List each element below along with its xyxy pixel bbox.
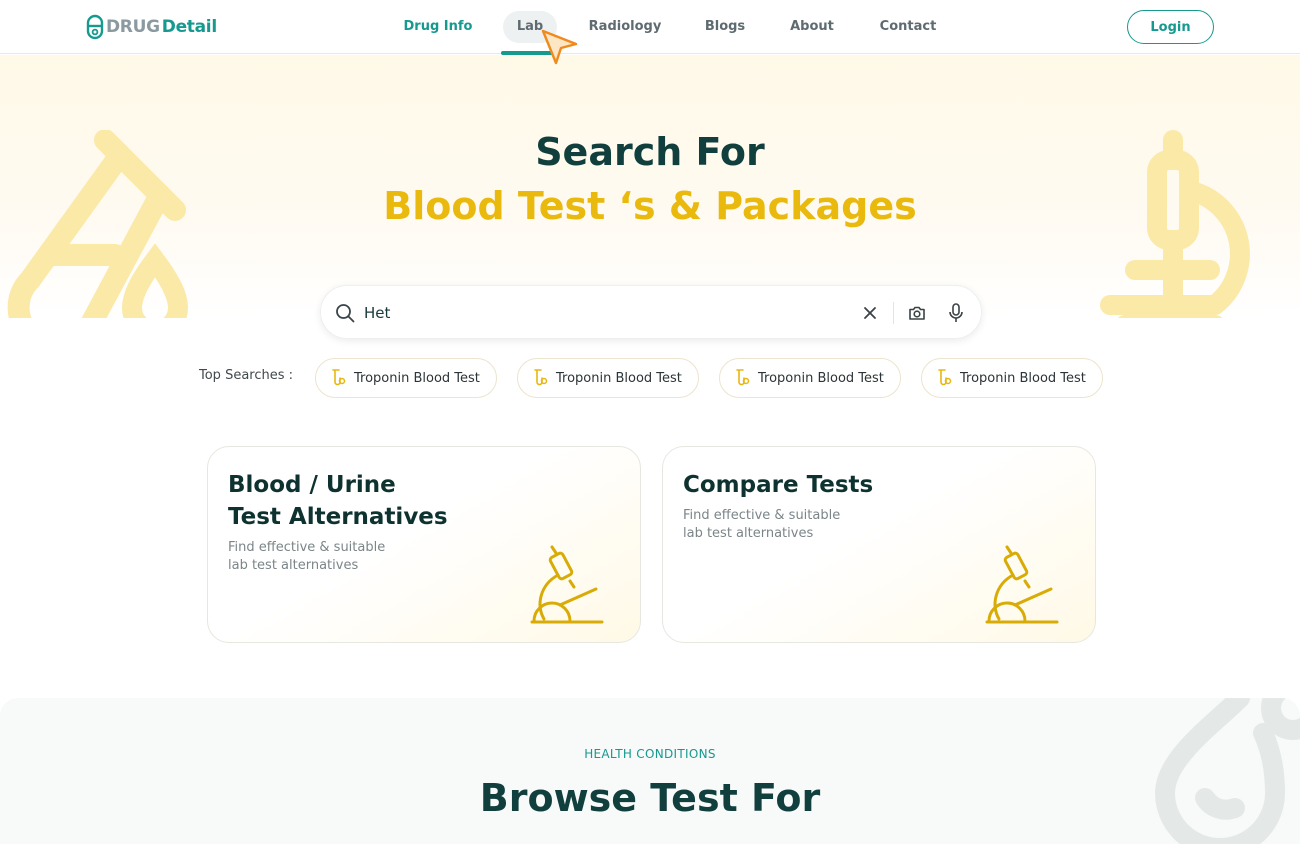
test-tube-icon: [534, 369, 548, 386]
card-title-line1: Blood / Urine: [228, 472, 396, 498]
search-icon[interactable]: [335, 303, 355, 323]
nav-item-contact[interactable]: Contact: [873, 11, 943, 43]
microphone-icon[interactable]: [946, 302, 966, 324]
search-input[interactable]: [364, 299, 834, 327]
test-tube-icon: [938, 369, 952, 386]
blood-drop-icon: [1154, 698, 1300, 844]
search-divider: [893, 302, 894, 324]
top-navbar: DRUG Detail Drug Info Lab Radiology Blogs…: [0, 0, 1300, 55]
test-tube-icon: [736, 369, 750, 386]
chip-label: Troponin Blood Test: [354, 370, 480, 386]
hero-title-line1: Search For: [535, 130, 765, 174]
card-subtitle: Find effective & suitable lab test alter…: [228, 539, 385, 575]
camera-icon[interactable]: [907, 303, 927, 323]
health-conditions-section: HEALTH CONDITIONS Browse Test For: [0, 698, 1300, 844]
top-search-chip[interactable]: Troponin Blood Test: [315, 358, 497, 398]
compare-tests-card[interactable]: Compare Tests Find effective & suitable …: [662, 446, 1096, 643]
card-subtitle-line1: Find effective & suitable: [683, 508, 841, 523]
top-searches-label: Top Searches :: [199, 368, 294, 383]
top-search-chip[interactable]: Troponin Blood Test: [719, 358, 901, 398]
microscope-icon: [530, 545, 604, 624]
microscope-icon: [985, 545, 1059, 624]
nav-item-drug-info[interactable]: Drug Info: [400, 11, 476, 43]
card-subtitle: Find effective & suitable lab test alter…: [683, 507, 840, 543]
mouse-cursor-icon: [541, 29, 578, 65]
card-title: Blood / Urine Test Alternatives: [228, 469, 448, 533]
login-button[interactable]: Login: [1127, 10, 1214, 44]
card-subtitle-line2: lab test alternatives: [683, 526, 814, 541]
section-eyebrow: HEALTH CONDITIONS: [584, 747, 716, 761]
chip-label: Troponin Blood Test: [556, 370, 682, 386]
hero-title-line2: Blood Test ‘s & Packages: [383, 184, 917, 228]
section-title: Browse Test For: [479, 776, 821, 820]
card-subtitle-line2: lab test alternatives: [228, 558, 359, 573]
hero-section: Search For Blood Test ‘s & Packages: [0, 55, 1300, 318]
test-alternatives-card[interactable]: Blood / Urine Test Alternatives Find eff…: [207, 446, 641, 643]
nav-item-blogs[interactable]: Blogs: [697, 11, 753, 43]
nav-item-about[interactable]: About: [782, 11, 842, 43]
card-subtitle-line1: Find effective & suitable: [228, 540, 386, 555]
top-search-chip[interactable]: Troponin Blood Test: [517, 358, 699, 398]
nav-item-radiology[interactable]: Radiology: [585, 11, 665, 43]
top-search-chip[interactable]: Troponin Blood Test: [921, 358, 1103, 398]
test-tube-icon: [332, 369, 346, 386]
card-title-line2: Test Alternatives: [228, 504, 448, 530]
close-icon[interactable]: [861, 304, 879, 322]
chip-label: Troponin Blood Test: [960, 370, 1086, 386]
card-title: Compare Tests: [683, 472, 874, 498]
chip-label: Troponin Blood Test: [758, 370, 884, 386]
search-bar: [320, 285, 982, 339]
main-nav: Drug Info Lab Radiology Blogs About Cont…: [0, 0, 1300, 55]
